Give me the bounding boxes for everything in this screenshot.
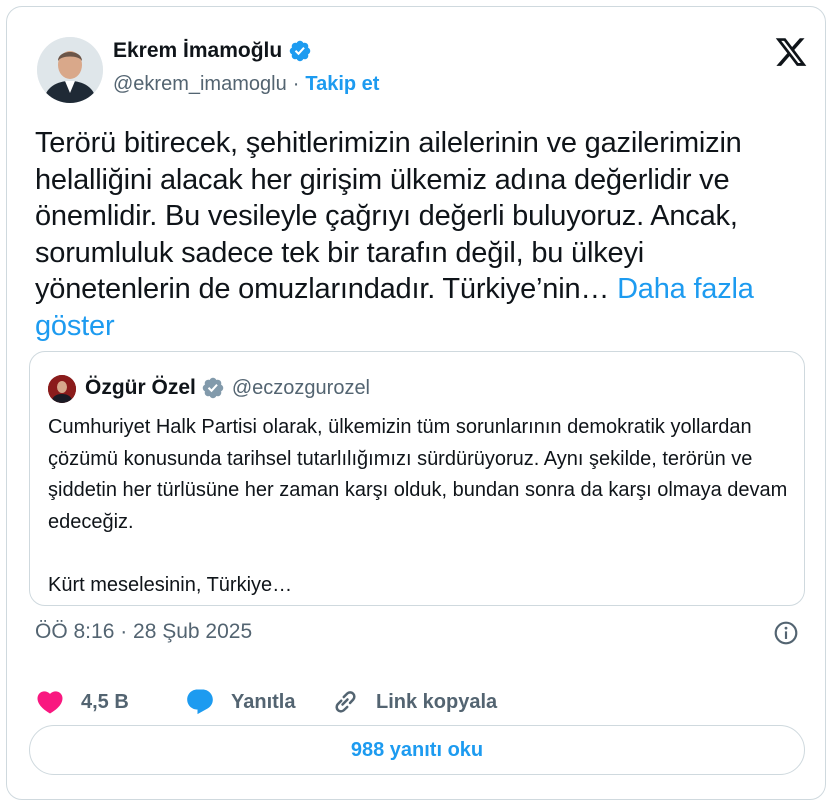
speech-bubble-icon: [187, 689, 213, 715]
info-icon[interactable]: [773, 620, 799, 646]
author-handle[interactable]: @ekrem_imamoglu: [113, 73, 287, 96]
like-count: 4,5 B: [81, 690, 129, 713]
quoted-tweet-text: Cumhuriyet Halk Partisi olarak, ülkemizi…: [48, 416, 788, 596]
quoted-author-row: Özgür Özel @eczozgurozel: [85, 376, 370, 400]
tweet-card: Ekrem İmamoğlu @ekrem_imamoglu · Takip e…: [6, 6, 826, 800]
separator-dot: ·: [292, 73, 300, 95]
author-name[interactable]: Ekrem İmamoğlu: [113, 39, 282, 63]
author-name-row: Ekrem İmamoğlu: [113, 39, 312, 63]
like-button[interactable]: 4,5 B: [35, 687, 185, 717]
follow-button[interactable]: Takip et: [305, 73, 379, 96]
read-replies-button[interactable]: 988 yanıtı oku: [29, 725, 805, 775]
author-avatar[interactable]: [37, 37, 103, 103]
copy-link-label: Link kopyala: [376, 690, 498, 713]
reply-label: Yanıtla: [231, 690, 296, 713]
x-logo-icon[interactable]: [773, 35, 809, 69]
tweet-timestamp[interactable]: ÖÖ 8:16 · 28 Şub 2025: [35, 620, 252, 644]
copy-link-button[interactable]: Link kopyala: [330, 687, 497, 717]
action-bar: 4,5 B Yanıtla Link kopyala: [35, 682, 497, 722]
quoted-author-avatar: [48, 375, 76, 403]
link-icon: [335, 691, 356, 713]
heart-icon: [37, 691, 63, 714]
quoted-author-handle: @eczozgurozel: [231, 376, 371, 399]
read-replies-label: 988 yanıtı oku: [350, 738, 484, 761]
quoted-author-name: Özgür Özel: [85, 376, 196, 399]
author-handle-row: @ekrem_imamoglu · Takip et: [113, 73, 379, 96]
tweet-text: Terörü bitirecek, şehitlerimizin aileler…: [35, 125, 805, 344]
reply-button[interactable]: Yanıtla: [185, 687, 330, 717]
verified-badge-gray-icon: [202, 377, 224, 399]
quoted-tweet[interactable]: Özgür Özel @eczozgurozel Cumhuriyet Halk…: [29, 351, 805, 606]
verified-badge-icon: [289, 40, 311, 62]
